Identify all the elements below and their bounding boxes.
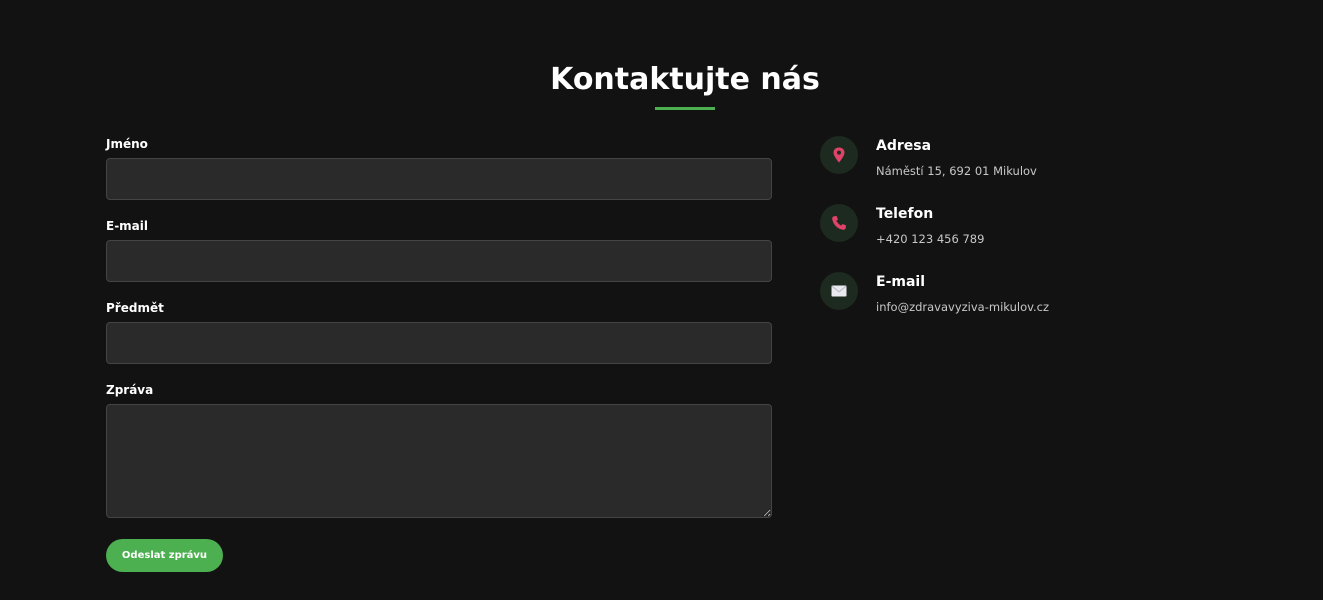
email-field-group: E-mail: [106, 218, 772, 282]
subject-label: Předmět: [106, 301, 164, 315]
contact-item-phone: Telefon +420 123 456 789: [820, 204, 1220, 272]
subject-field-group: Předmět: [106, 300, 772, 364]
address-title: Adresa: [876, 138, 932, 154]
contact-item-email: E-mail info@zdravavyziva-mikulov.cz: [820, 272, 1220, 340]
section-title: Kontaktujte nás: [550, 62, 820, 97]
message-label: Zpráva: [106, 383, 154, 397]
email-input[interactable]: [106, 240, 772, 282]
phone-value: +420 123 456 789: [876, 232, 985, 246]
email-label: E-mail: [106, 219, 149, 233]
map-pin-icon: [820, 136, 858, 174]
email-value[interactable]: info@zdravavyziva-mikulov.cz: [876, 299, 1049, 315]
contact-section: Kontaktujte nás Jméno E-mail Předmět Zpr…: [0, 0, 1323, 600]
address-value: Náměstí 15, 692 01 Mikulov: [876, 164, 1037, 178]
title-underline: [655, 107, 715, 110]
message-field-group: Zpráva: [106, 382, 772, 518]
message-textarea[interactable]: [106, 404, 772, 518]
name-field-group: Jméno: [106, 136, 772, 200]
phone-title: Telefon: [876, 206, 934, 222]
name-label: Jméno: [106, 137, 148, 151]
phone-icon: [820, 204, 858, 242]
subject-input[interactable]: [106, 322, 772, 364]
contact-info: Adresa Náměstí 15, 692 01 Mikulov Telefo…: [820, 136, 1220, 340]
contact-form: Jméno E-mail Předmět Zpráva: [106, 136, 772, 536]
contact-item-address: Adresa Náměstí 15, 692 01 Mikulov: [820, 136, 1220, 204]
submit-button[interactable]: Odeslat zprávu: [106, 539, 223, 572]
envelope-icon: [820, 272, 858, 310]
email-title: E-mail: [876, 274, 926, 290]
name-input[interactable]: [106, 158, 772, 200]
